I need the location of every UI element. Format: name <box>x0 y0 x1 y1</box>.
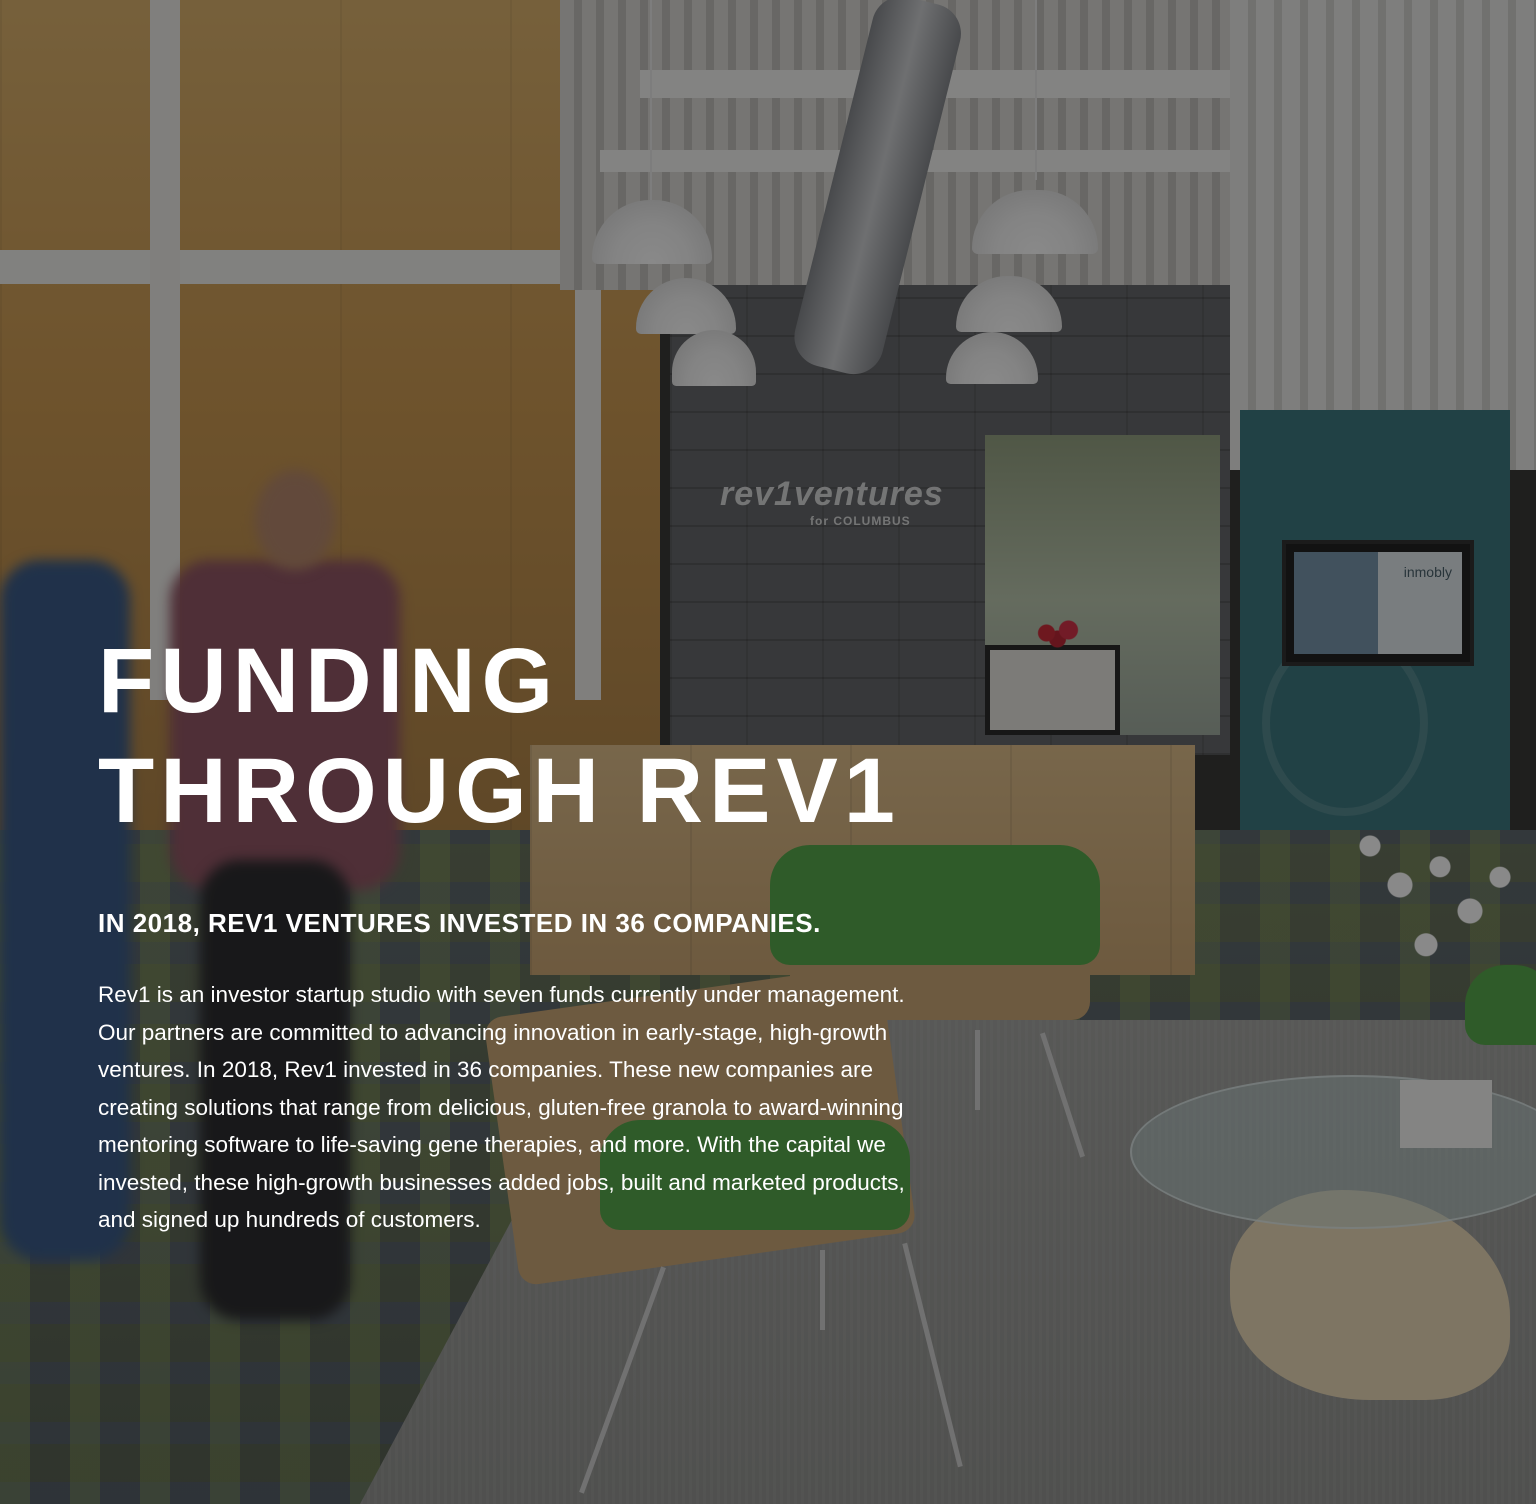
title-line-1: FUNDING <box>98 630 560 732</box>
subtitle: IN 2018, REV1 VENTURES INVESTED IN 36 CO… <box>98 908 821 938</box>
hero-content: FUNDING THROUGH REV1 IN 2018, REV1 VENTU… <box>98 626 948 1239</box>
page-title: FUNDING THROUGH REV1 <box>98 626 948 846</box>
body-paragraph: Rev1 is an investor startup studio with … <box>98 982 905 1232</box>
hero-section: rev1ventures for COLUMBUS inmobly <box>0 0 1536 1504</box>
title-line-2: THROUGH REV1 <box>98 740 901 842</box>
